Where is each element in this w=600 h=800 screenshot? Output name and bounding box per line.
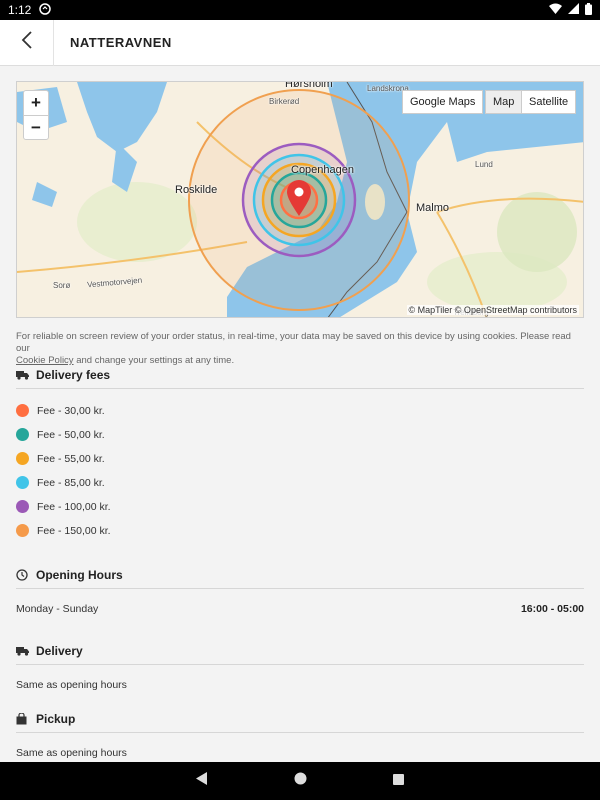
cookie-notice: For reliable on screen review of your or… bbox=[16, 331, 584, 367]
map-place-label: Hørsholm bbox=[285, 81, 333, 90]
fee-color-dot bbox=[16, 476, 29, 489]
opening-hours-value: 16:00 - 05:00 bbox=[520, 603, 584, 615]
nav-back-icon bbox=[196, 772, 208, 790]
fee-item: Fee - 100,00 kr. bbox=[16, 500, 111, 513]
fee-item: Fee - 50,00 kr. bbox=[16, 428, 105, 441]
status-time: 1:12 bbox=[8, 3, 32, 17]
fee-color-dot bbox=[16, 404, 29, 417]
fee-label: Fee - 50,00 kr. bbox=[37, 428, 105, 441]
cookie-text-after: and change your settings at any time. bbox=[76, 355, 235, 366]
zoom-out-button[interactable]: − bbox=[24, 115, 48, 139]
pickup-title: Pickup bbox=[36, 712, 76, 726]
app-notification-icon bbox=[39, 2, 52, 18]
map-place-label: Copenhagen bbox=[291, 164, 355, 176]
nav-recents-icon bbox=[393, 772, 404, 790]
nav-home-icon bbox=[294, 772, 307, 790]
app-bar: NATTERAVNEN bbox=[0, 19, 600, 66]
delivery-fees-header: Delivery fees bbox=[16, 368, 584, 389]
opening-days: Monday - Sunday bbox=[16, 603, 99, 615]
fee-color-dot bbox=[16, 428, 29, 441]
opening-hours-header: Opening Hours bbox=[16, 568, 584, 589]
delivery-text: Same as opening hours bbox=[16, 679, 127, 691]
battery-icon bbox=[585, 2, 592, 18]
map-place-label: Sorø bbox=[53, 281, 71, 290]
fee-item: Fee - 30,00 kr. bbox=[16, 404, 105, 417]
fee-color-dot bbox=[16, 524, 29, 537]
cookie-policy-link[interactable]: Cookie Policy bbox=[16, 355, 74, 366]
status-bar: 1:12 bbox=[0, 0, 600, 20]
delivery-header: Delivery bbox=[16, 644, 584, 665]
delivery-map[interactable]: Hørsholm Landskrona Birkerød Copenhagen … bbox=[16, 81, 584, 318]
fee-label: Fee - 85,00 kr. bbox=[37, 476, 105, 489]
fee-label: Fee - 30,00 kr. bbox=[37, 404, 105, 417]
back-button[interactable] bbox=[0, 19, 54, 66]
fee-item: Fee - 85,00 kr. bbox=[16, 476, 105, 489]
fee-item: Fee - 150,00 kr. bbox=[16, 524, 111, 537]
fee-label: Fee - 55,00 kr. bbox=[37, 452, 105, 465]
map-place-label: Malmo bbox=[416, 202, 450, 214]
signal-icon bbox=[568, 3, 579, 17]
truck-icon bbox=[16, 370, 30, 380]
wifi-icon bbox=[549, 3, 562, 17]
satellite-view-button[interactable]: Satellite bbox=[521, 90, 577, 114]
map-place-label: Roskilde bbox=[175, 184, 218, 196]
fee-color-dot bbox=[16, 500, 29, 513]
back-arrow-icon bbox=[21, 31, 33, 54]
nav-recents-button[interactable] bbox=[393, 772, 404, 790]
fee-label: Fee - 100,00 kr. bbox=[37, 500, 111, 513]
zoom-in-button[interactable]: + bbox=[24, 91, 48, 115]
map-attribution: © MapTiler © OpenStreetMap contributors bbox=[406, 305, 579, 315]
system-nav-bar bbox=[0, 762, 600, 800]
clock-icon bbox=[16, 569, 30, 581]
map-place-label: Lund bbox=[475, 160, 493, 169]
opening-hours-title: Opening Hours bbox=[36, 568, 123, 582]
pickup-header: Pickup bbox=[16, 712, 584, 733]
nav-home-button[interactable] bbox=[294, 772, 307, 790]
map-place-label: Birkerød bbox=[269, 97, 300, 106]
fee-item: Fee - 55,00 kr. bbox=[16, 452, 105, 465]
google-maps-button[interactable]: Google Maps bbox=[402, 90, 484, 114]
fee-color-dot bbox=[16, 452, 29, 465]
truck-icon bbox=[16, 646, 30, 656]
map-view-button[interactable]: Map bbox=[485, 90, 523, 114]
zoom-controls: + − bbox=[23, 90, 49, 140]
delivery-title: Delivery bbox=[36, 644, 83, 658]
shopping-bag-icon bbox=[16, 713, 30, 725]
pickup-text: Same as opening hours bbox=[16, 747, 127, 759]
cookie-text: For reliable on screen review of your or… bbox=[16, 331, 571, 354]
delivery-fees-title: Delivery fees bbox=[36, 368, 111, 382]
fee-label: Fee - 150,00 kr. bbox=[37, 524, 111, 537]
nav-back-button[interactable] bbox=[196, 772, 208, 790]
page-title: NATTERAVNEN bbox=[70, 35, 172, 50]
content: Hørsholm Landskrona Birkerød Copenhagen … bbox=[0, 66, 600, 762]
